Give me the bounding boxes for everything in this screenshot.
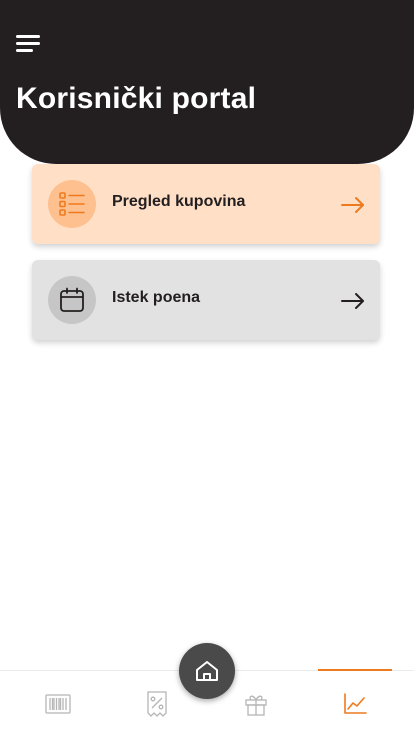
header: Korisnički portal: [0, 0, 414, 164]
arrow-right-icon: [341, 293, 364, 309]
discount-icon: [147, 691, 167, 717]
nav-item-barcode[interactable]: [21, 671, 95, 736]
list-icon: [48, 180, 96, 228]
menu-button[interactable]: [14, 30, 44, 56]
menu-icon-line: [16, 49, 33, 52]
card-purchase-overview[interactable]: Pregled kupovina: [32, 164, 380, 244]
card-label: Istek poena: [112, 289, 201, 306]
menu-icon: [16, 35, 40, 38]
card-points-expiry[interactable]: Istek poena: [32, 260, 380, 340]
arrow-right-icon: [341, 197, 364, 213]
home-button[interactable]: [179, 643, 235, 699]
nav-item-portal[interactable]: [318, 669, 392, 736]
home-icon: [196, 661, 218, 681]
menu-icon-line: [16, 42, 40, 45]
gift-icon: [245, 695, 267, 716]
card-label: Pregled kupovina: [112, 193, 246, 210]
chart-icon: [344, 693, 367, 714]
page-title: Korisnički portal: [16, 82, 257, 115]
barcode-icon: [45, 694, 71, 714]
calendar-icon: [48, 276, 96, 324]
